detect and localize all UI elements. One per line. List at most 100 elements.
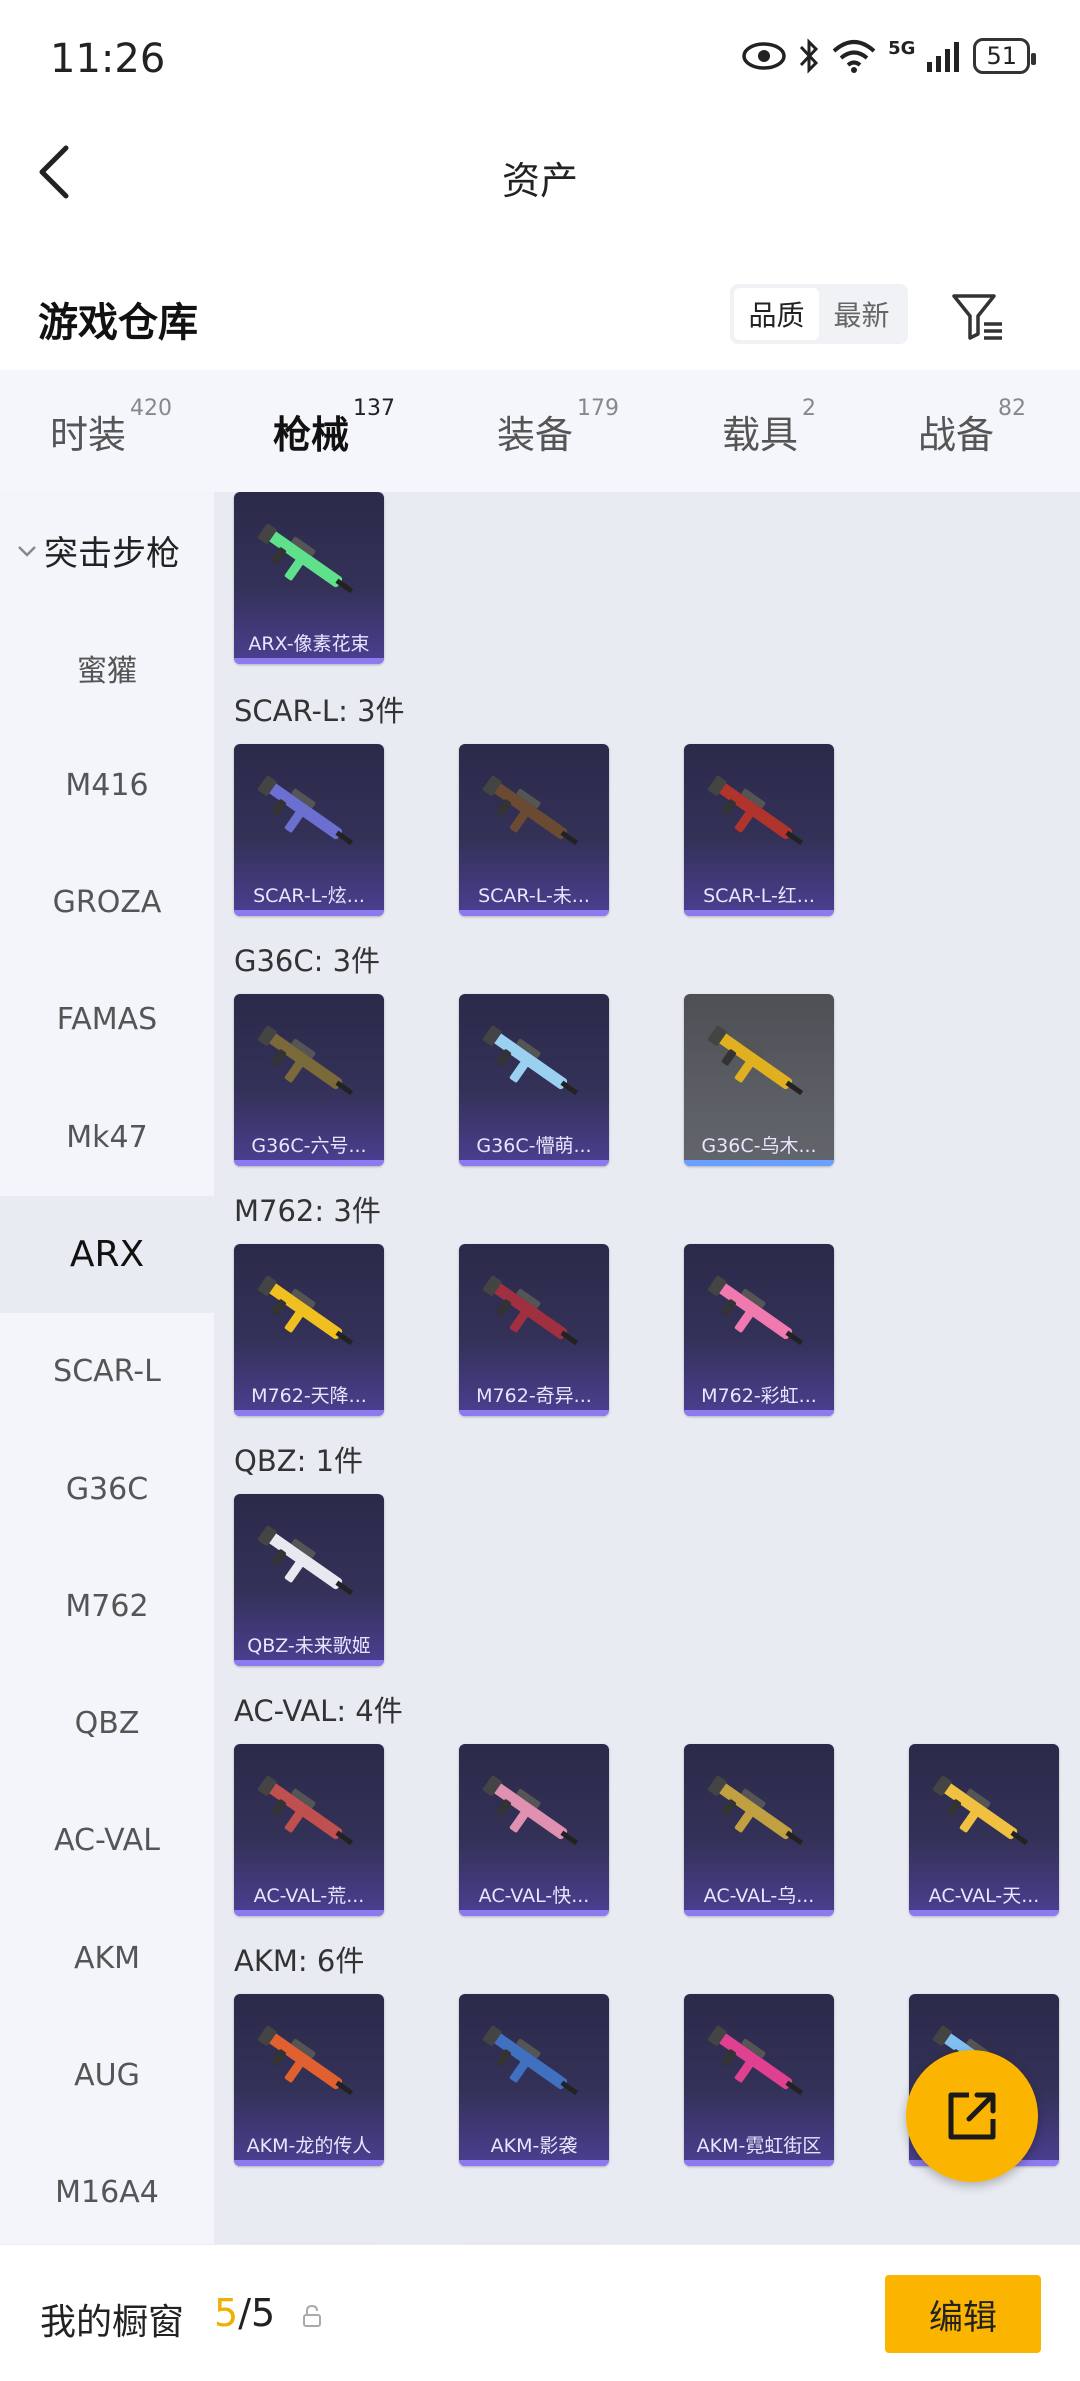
skin-card[interactable]: AKM-霓虹街区 xyxy=(684,1994,834,2166)
skin-card[interactable]: AKM-龙的传人 xyxy=(234,1994,384,2166)
sidebar-item[interactable]: QBZ xyxy=(0,1665,214,1782)
rarity-bar xyxy=(234,1160,384,1166)
status-bar: 11:26 5G 51 xyxy=(0,0,1080,120)
skin-card[interactable]: AC-VAL-荒... xyxy=(234,1744,384,1916)
showcase-title: 我的橱窗 xyxy=(40,2302,185,2343)
showcase-total: /5 xyxy=(238,2291,276,2335)
tab-count: 82 xyxy=(998,396,1027,421)
page-title: 资产 xyxy=(501,159,578,203)
share-button[interactable] xyxy=(906,2050,1038,2182)
sidebar-item[interactable]: AUG xyxy=(0,2017,214,2134)
tab-fashion[interactable]: 时装420 xyxy=(50,396,172,459)
skin-label: AC-VAL-乌... xyxy=(703,1885,815,1907)
tab-count: 179 xyxy=(577,396,620,421)
skin-card[interactable]: M762-奇异... xyxy=(459,1244,609,1416)
rarity-bar xyxy=(234,2160,384,2166)
filter-icon[interactable] xyxy=(950,288,1006,344)
skin-card[interactable]: SCAR-L-红... xyxy=(684,744,834,916)
sidebar-header-assault-rifles[interactable]: 突击步枪 xyxy=(0,492,214,609)
sidebar-item[interactable]: M762 xyxy=(0,1548,214,1665)
nav-header: 资产 xyxy=(0,120,1080,230)
tab-equipment[interactable]: 装备179 xyxy=(497,396,619,459)
showcase-count: 5/5 xyxy=(214,2291,275,2335)
sidebar-item[interactable]: M416 xyxy=(0,727,214,844)
skin-card[interactable]: G36C-六号... xyxy=(234,994,384,1166)
skin-label: SCAR-L-红... xyxy=(703,885,815,907)
skin-label: AKM-影袭 xyxy=(490,2135,578,2157)
sidebar-item-active[interactable]: ARX xyxy=(0,1195,214,1314)
skin-label: AC-VAL-快... xyxy=(478,1885,590,1907)
skin-grid: ARX-像素花束 SCAR-L: 3件 SCAR-L-炫... SCAR-L-未...… xyxy=(214,492,1080,2244)
skin-label: AC-VAL-天... xyxy=(928,1885,1040,1907)
skin-label: AKM-霓虹街区 xyxy=(696,2135,822,2157)
rifle-icon xyxy=(482,1275,579,1346)
signal-icon xyxy=(927,42,960,72)
rarity-bar xyxy=(684,1160,834,1166)
skin-label: G36C-六号... xyxy=(251,1135,367,1157)
status-time: 11:26 xyxy=(50,36,166,82)
sort-latest-button[interactable]: 最新 xyxy=(819,288,904,340)
skin-card[interactable]: M762-彩虹... xyxy=(684,1244,834,1416)
rifle-icon xyxy=(482,2025,579,2096)
sidebar-item[interactable]: GROZA xyxy=(0,844,214,961)
group-title: M762: 3件 xyxy=(234,1194,381,1228)
sidebar-item[interactable]: 蜜獾 xyxy=(0,609,214,726)
rarity-bar xyxy=(234,658,384,664)
rifle-icon xyxy=(257,775,354,846)
weapon-sidebar: 突击步枪 蜜獾 M416 GROZA FAMAS Mk47 ARX SCAR-L… xyxy=(0,492,214,2244)
sidebar-item[interactable]: Mk47 xyxy=(0,1078,214,1195)
skin-card[interactable]: AC-VAL-乌... xyxy=(684,1744,834,1916)
rifle-icon xyxy=(707,1275,804,1346)
sidebar-item[interactable]: AKM xyxy=(0,1900,214,2017)
rarity-bar xyxy=(459,1910,609,1916)
skin-label: ARX-像素花束 xyxy=(248,633,370,655)
skin-card[interactable]: M762-天降... xyxy=(234,1244,384,1416)
sidebar-item[interactable]: M16A4 xyxy=(0,2134,214,2244)
skin-card[interactable]: AKM-影袭 xyxy=(459,1994,609,2166)
share-icon xyxy=(948,2092,996,2140)
rifle-icon xyxy=(257,1025,354,1096)
sort-quality-button[interactable]: 品质 xyxy=(734,288,819,340)
skin-label: G36C-乌木... xyxy=(701,1135,817,1157)
sort-toggle: 品质 最新 xyxy=(730,284,908,344)
skin-card[interactable]: G36C-乌木... xyxy=(684,994,834,1166)
skin-label: M762-天降... xyxy=(251,1385,367,1407)
tab-label: 载具 xyxy=(722,413,799,457)
rifle-icon xyxy=(257,523,354,594)
rifle-icon xyxy=(257,1775,354,1846)
rarity-bar xyxy=(459,1410,609,1416)
tab-guns[interactable]: 枪械137 xyxy=(273,396,395,504)
skin-card[interactable]: AC-VAL-快... xyxy=(459,1744,609,1916)
sidebar-item[interactable]: FAMAS xyxy=(0,961,214,1078)
skin-card[interactable]: AC-VAL-天... xyxy=(909,1744,1059,1916)
edit-button[interactable]: 编辑 xyxy=(885,2275,1041,2353)
skin-card[interactable]: SCAR-L-炫... xyxy=(234,744,384,916)
rifle-icon xyxy=(257,2025,354,2096)
skin-card[interactable]: ARX-像素花束 xyxy=(234,492,384,664)
skin-label: M762-彩虹... xyxy=(701,1385,817,1407)
rarity-bar xyxy=(234,1660,384,1666)
status-icons: 5G 51 xyxy=(742,38,1036,74)
tab-label: 装备 xyxy=(497,413,574,457)
skin-label: SCAR-L-未... xyxy=(478,885,590,907)
sidebar-item[interactable]: SCAR-L xyxy=(0,1313,214,1430)
skin-label: M762-奇异... xyxy=(476,1385,592,1407)
rarity-bar xyxy=(234,1410,384,1416)
eye-icon xyxy=(742,42,786,70)
skin-card[interactable]: SCAR-L-未... xyxy=(459,744,609,916)
sidebar-item[interactable]: G36C xyxy=(0,1430,214,1547)
tab-vehicles[interactable]: 载具2 xyxy=(722,396,816,459)
warehouse-header: 游戏仓库 品质 最新 xyxy=(0,260,1080,370)
skin-label: SCAR-L-炫... xyxy=(253,885,365,907)
skin-label: G36C-懵萌... xyxy=(476,1135,592,1157)
tab-supplies[interactable]: 战备82 xyxy=(918,396,1026,459)
sidebar-item[interactable]: AC-VAL xyxy=(0,1782,214,1899)
skin-card[interactable]: G36C-懵萌... xyxy=(459,994,609,1166)
rifle-icon xyxy=(482,775,579,846)
skin-card[interactable]: QBZ-未来歌姬 xyxy=(234,1494,384,1666)
showcase-bar: 我的橱窗 5/5 编辑 xyxy=(0,2244,1080,2381)
tab-count: 2 xyxy=(802,396,817,421)
group-title: G36C: 3件 xyxy=(234,944,381,978)
rarity-bar xyxy=(684,2160,834,2166)
battery-indicator: 51 xyxy=(973,38,1036,74)
